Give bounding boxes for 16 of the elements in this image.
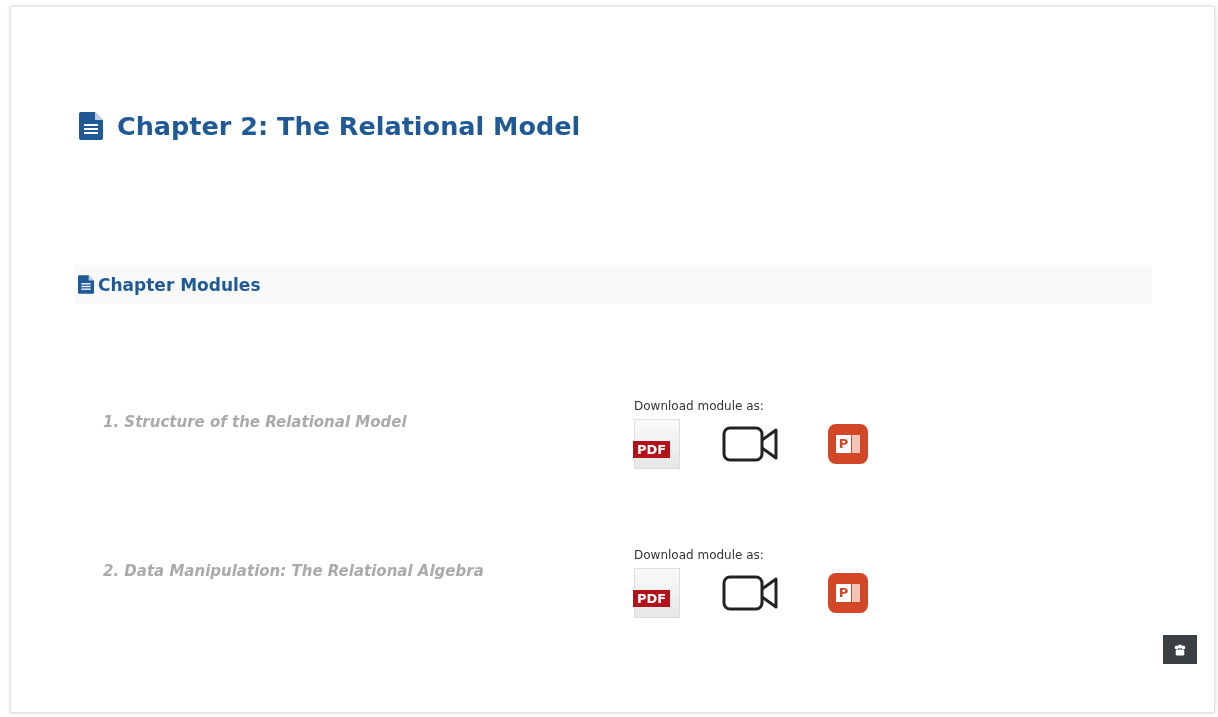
pdf-download-icon[interactable]: PDF — [634, 419, 680, 469]
group-button[interactable] — [1163, 635, 1197, 664]
download-label: Download module as: — [634, 548, 765, 562]
chapter-title: Chapter 2: The Relational Model — [117, 111, 581, 141]
module-title[interactable]: 2. Data Manipulation: The Relational Algebra — [75, 562, 634, 580]
slides-download-icon[interactable]: P — [828, 573, 868, 613]
slides-download-icon[interactable]: P — [828, 424, 868, 464]
download-label: Download module as: — [634, 399, 765, 413]
document-icon — [79, 112, 103, 140]
group-icon — [1173, 643, 1187, 656]
pdf-download-icon[interactable]: PDF — [634, 568, 680, 618]
video-camera-icon[interactable] — [722, 426, 778, 462]
video-camera-icon[interactable] — [722, 575, 778, 611]
module-title[interactable]: 1. Structure of the Relational Model — [75, 413, 634, 431]
section-title: Chapter Modules — [98, 274, 261, 295]
document-icon — [78, 275, 94, 294]
